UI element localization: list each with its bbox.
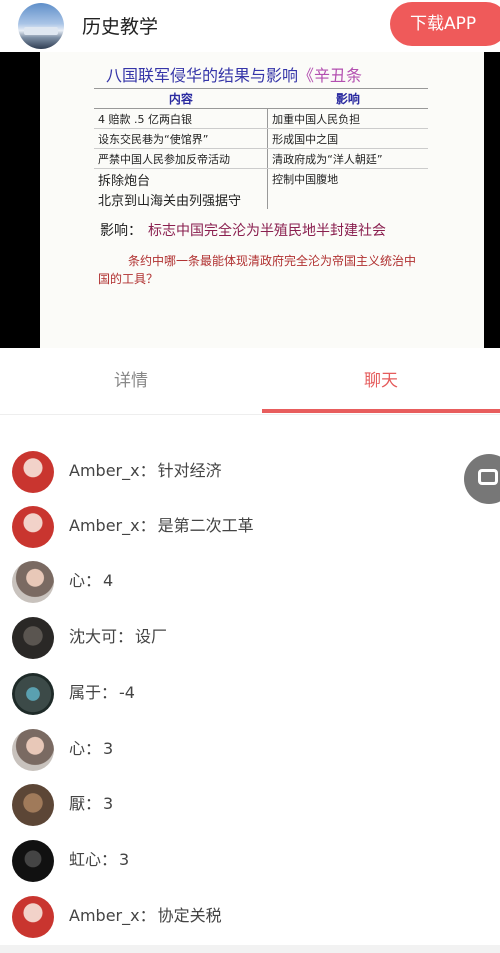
video-player[interactable]: 八国联军侵华的结果与影响《辛丑条 内容 影响 4 赔款 .5 亿两白银 加重中国… <box>0 52 500 348</box>
slide-impact: 影响： 标志中国完全沦为半殖民地半封建社会 <box>100 220 386 240</box>
chat-content: 3 <box>103 794 114 813</box>
slide-col-header: 影响 <box>267 88 428 109</box>
chat-username[interactable]: Amber_x <box>69 906 140 925</box>
chat-message-text: 沈大可： 设厂 <box>69 609 167 665</box>
slide-cell <box>267 189 428 209</box>
chat-content: 4 <box>103 571 114 590</box>
chat-username[interactable]: 心 <box>69 739 85 758</box>
chat-username[interactable]: 沈大可 <box>69 627 117 646</box>
slide-title: 八国联军侵华的结果与影响《辛丑条 <box>106 62 362 86</box>
chat-separator: ： <box>101 850 118 869</box>
slide-cell: 加重中国人民负担 <box>267 108 428 129</box>
chat-username[interactable]: Amber_x <box>69 516 140 535</box>
slide-title-sub: 《辛丑条 <box>298 66 363 85</box>
avatar[interactable] <box>12 506 54 548</box>
chat-username[interactable]: 属于 <box>69 683 101 702</box>
chat-username[interactable]: Amber_x <box>69 461 140 480</box>
slide-cell: 控制中国腹地 <box>267 168 428 189</box>
slide-question: 条约中哪一条最能体现清政府完全沦为帝国主义统治中国的工具？ <box>98 254 417 286</box>
chat-separator: ： <box>139 516 156 535</box>
chat-separator: ： <box>139 461 156 480</box>
chat-message-text: 虹心： 3 <box>69 832 129 888</box>
chat-separator: ： <box>117 627 134 646</box>
avatar[interactable] <box>12 673 54 715</box>
slide-cell: 拆除炮台 <box>98 173 151 189</box>
slide-cell: 北京到山海关由列强据守 <box>98 193 242 209</box>
chat-message-text: 心： 3 <box>69 721 113 777</box>
chat-separator: ： <box>85 571 102 590</box>
slide-row: 设东交民巷为“使馆界” 形成国中之国 <box>94 128 428 149</box>
chat-content: 是第二次工革 <box>157 516 254 535</box>
slide-cell: 清政府成为“洋人朝廷” <box>267 148 428 169</box>
slide-row: 4 赔款 .5 亿两白银 加重中国人民负担 <box>94 108 428 129</box>
chat-message: 属于： -4 <box>0 665 500 721</box>
lecture-slide: 八国联军侵华的结果与影响《辛丑条 内容 影响 4 赔款 .5 亿两白银 加重中国… <box>40 52 484 348</box>
avatar[interactable] <box>12 451 54 493</box>
avatar[interactable] <box>12 617 54 659</box>
avatar[interactable] <box>12 561 54 603</box>
chat-content: 3 <box>119 850 130 869</box>
slide-cell: 形成国中之国 <box>267 128 428 149</box>
tab-details[interactable]: 详情 <box>0 348 262 414</box>
avatar[interactable] <box>12 729 54 771</box>
chat-separator: ： <box>139 906 156 925</box>
slide-cell: 严禁中国人民参加反帝活动 <box>94 148 268 169</box>
chat-message: Amber_x： 是第二次工革 <box>0 498 500 554</box>
impact-label: 影响： <box>100 223 142 239</box>
chat-content: 协定关税 <box>157 906 222 925</box>
chat-message-text: Amber_x： 是第二次工革 <box>69 498 254 554</box>
active-tab-indicator <box>262 409 500 413</box>
slide-table: 内容 影响 4 赔款 .5 亿两白银 加重中国人民负担 设东交民巷为“使馆界” … <box>94 88 428 209</box>
chat-message-text: 属于： -4 <box>69 665 135 721</box>
app-logo <box>18 3 64 49</box>
slide-row: 拆除炮台 控制中国腹地 <box>94 168 428 189</box>
avatar[interactable] <box>12 896 54 938</box>
chat-message: 沈大可： 设厂 <box>0 609 500 665</box>
chat-message-text: Amber_x： 针对经济 <box>69 443 222 499</box>
chat-message-text: Amber_x： 协定关税 <box>69 888 222 944</box>
chat-content: -4 <box>119 683 135 702</box>
avatar[interactable] <box>12 784 54 826</box>
tab-chat[interactable]: 聊天 <box>262 348 500 414</box>
chat-content: 3 <box>103 739 114 758</box>
chat-username[interactable]: 心 <box>69 571 85 590</box>
chat-content: 设厂 <box>135 627 168 646</box>
app-title: 历史教学 <box>82 16 159 38</box>
chat-message: 心： 3 <box>0 721 500 777</box>
chat-message-text: 心： 4 <box>69 553 113 609</box>
slide-col-header: 内容 <box>94 88 268 109</box>
slide-cell: 4 赔款 .5 亿两白银 <box>94 108 268 129</box>
chat-username[interactable]: 厭 <box>69 794 85 813</box>
chat-message: 厭： 3 <box>0 776 500 832</box>
chat-separator: ： <box>85 794 102 813</box>
chat-message: Amber_x： 协定关税 <box>0 888 500 944</box>
avatar[interactable] <box>12 840 54 882</box>
chat-message-text: 厭： 3 <box>69 776 113 832</box>
slide-title-main: 八国联军侵华的结果与影响 <box>106 66 299 85</box>
download-app-button[interactable]: 下载APP <box>390 2 500 46</box>
bottom-bar <box>0 945 500 953</box>
chat-message: Amber_x： 针对经济 <box>0 443 500 499</box>
slide-cell: 设东交民巷为“使馆界” <box>94 128 268 149</box>
chat-separator: ： <box>85 739 102 758</box>
chat-message: 虹心： 3 <box>0 832 500 888</box>
chat-username[interactable]: 虹心 <box>69 850 101 869</box>
tab-bar: 详情 聊天 <box>0 348 500 415</box>
chat-content: 针对经济 <box>157 461 222 480</box>
chat-list[interactable]: Amber_x： 针对经济 Amber_x： 是第二次工革 心： 4 沈大可： 设厂 属… <box>0 415 500 953</box>
slide-row: 北京到山海关由列强据守 <box>94 189 428 209</box>
chat-separator: ： <box>101 683 118 702</box>
impact-text: 标志中国完全沦为半殖民地半封建社会 <box>148 223 386 239</box>
chat-message: 心： 4 <box>0 553 500 609</box>
app-header: 历史教学 下载APP <box>0 0 500 52</box>
slide-row: 严禁中国人民参加反帝活动 清政府成为“洋人朝廷” <box>94 148 428 169</box>
